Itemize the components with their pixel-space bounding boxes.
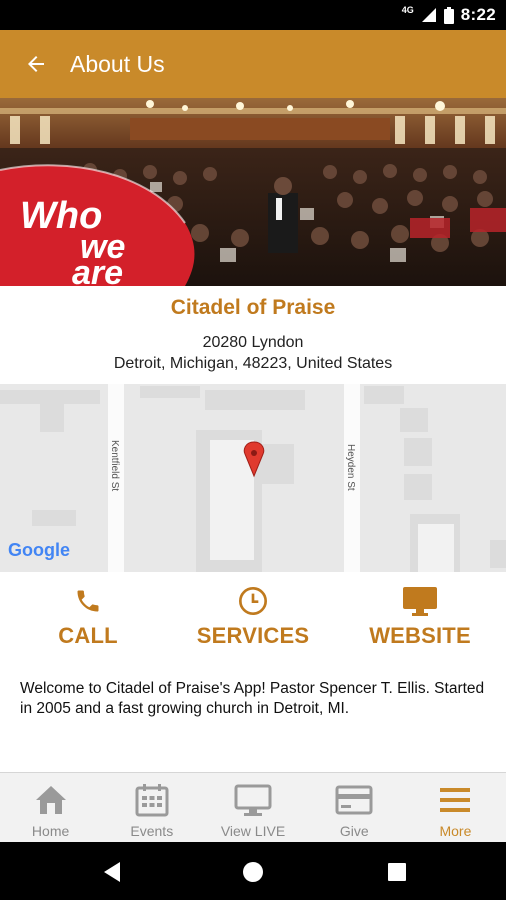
square-recents-icon (388, 863, 406, 881)
address-line-1: 20280 Lyndon (202, 334, 304, 351)
nav-back-button[interactable] (100, 860, 124, 884)
google-logo: Google (8, 540, 70, 560)
tab-events[interactable]: Events (101, 773, 202, 842)
menu-icon (440, 788, 471, 812)
welcome-text: Welcome to Citadel of Praise's App! Past… (20, 680, 485, 717)
tab-give[interactable]: Give (304, 773, 405, 842)
tab-view-live-label: View LIVE (220, 823, 286, 839)
nav-recents-button[interactable] (385, 860, 409, 884)
hero-image: Who we are (0, 98, 506, 286)
circle-home-icon (243, 862, 263, 882)
battery-icon (443, 6, 454, 24)
clock-icon (239, 587, 267, 615)
credit-card-icon (335, 785, 373, 815)
calendar-icon (135, 784, 169, 817)
call-button[interactable]: CALL (44, 585, 132, 655)
bottom-tab-bar: Home Events View LIVE Give More (0, 772, 506, 842)
church-name: Citadel of Praise (170, 296, 336, 319)
status-bar: 4G 8:22 (0, 0, 506, 30)
street-label-kentfield: Kentfield St (109, 440, 120, 491)
arrow-left-icon (28, 56, 44, 72)
banner-word-3: are (72, 254, 123, 286)
triangle-back-icon (104, 862, 120, 882)
monitor-icon (403, 587, 437, 616)
tab-more[interactable]: More (405, 773, 506, 842)
services-label: SERVICES (196, 623, 310, 648)
network-type: 4G (401, 5, 414, 15)
page-title: About Us (70, 50, 165, 77)
tab-more-label: More (439, 823, 472, 839)
address-line-2: Detroit, Michigan, 48223, United States (113, 355, 393, 372)
phone-icon (77, 590, 99, 612)
monitor-icon (234, 784, 272, 816)
back-button[interactable] (6, 30, 66, 98)
call-label: CALL (58, 623, 118, 648)
street-label-heyden: Heyden St (345, 444, 356, 491)
tab-give-label: Give (339, 823, 369, 839)
app-bar: About Us (0, 30, 506, 98)
services-button[interactable]: SERVICES (192, 585, 314, 655)
system-nav-bar (0, 842, 506, 900)
clock: 8:22 (460, 5, 496, 24)
location-map[interactable]: Kentfield St Heyden St Google (0, 384, 506, 572)
signal-icon (421, 8, 436, 22)
action-buttons: CALL SERVICES WEBSITE (0, 585, 506, 655)
nav-home-button[interactable] (241, 860, 265, 884)
tab-view-live[interactable]: View LIVE (202, 773, 303, 842)
tab-home-label: Home (31, 823, 70, 839)
tab-events-label: Events (130, 823, 174, 839)
website-button[interactable]: WEBSITE (362, 585, 478, 655)
tab-home[interactable]: Home (0, 773, 101, 842)
home-icon (35, 786, 66, 814)
website-label: WEBSITE (369, 623, 471, 648)
